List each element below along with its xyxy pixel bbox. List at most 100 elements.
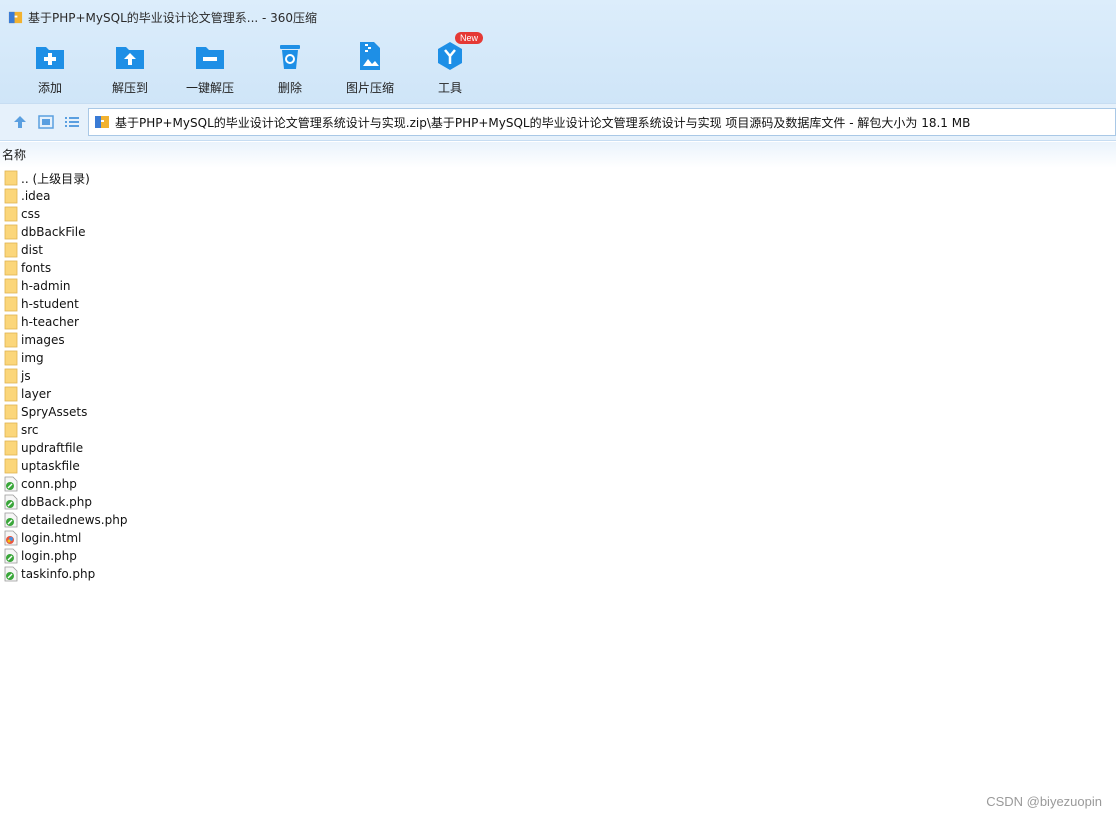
file-name: dist bbox=[21, 243, 43, 257]
add-label: 添加 bbox=[37, 81, 62, 95]
list-item[interactable]: src bbox=[0, 421, 1116, 439]
file-name: conn.php bbox=[21, 477, 77, 491]
folder-icon bbox=[4, 386, 18, 402]
delete-icon bbox=[280, 45, 300, 69]
php-file-icon bbox=[4, 512, 18, 528]
list-item[interactable]: conn.php bbox=[0, 475, 1116, 493]
extract-to-label: 解压到 bbox=[111, 81, 148, 95]
html-file-icon bbox=[4, 530, 18, 546]
top-area: 基于PHP+MySQL的毕业设计论文管理系... - 360压缩 添加 解压到 … bbox=[0, 0, 1116, 103]
file-name: uptaskfile bbox=[21, 459, 80, 473]
list-item[interactable]: h-student bbox=[0, 295, 1116, 313]
file-name: fonts bbox=[21, 261, 52, 275]
address-row: 基于PHP+MySQL的毕业设计论文管理系统设计与实现.zip\基于PHP+My… bbox=[0, 103, 1116, 141]
file-name: login.html bbox=[21, 531, 82, 545]
list-item[interactable]: img bbox=[0, 349, 1116, 367]
list-item[interactable]: dist bbox=[0, 241, 1116, 259]
file-name: images bbox=[21, 333, 65, 347]
list-item[interactable]: updraftfile bbox=[0, 439, 1116, 457]
folder-icon bbox=[4, 278, 18, 294]
file-name: dbBack.php bbox=[21, 495, 93, 509]
file-list: .. (上级目录) .idea css dbBackFile dist fonts h-ad… bbox=[0, 169, 1116, 583]
list-item[interactable]: layer bbox=[0, 385, 1116, 403]
php-file-icon bbox=[4, 494, 18, 510]
folder-icon bbox=[4, 206, 18, 222]
one-click-extract-label: 一键解压 bbox=[185, 81, 234, 95]
php-file-icon bbox=[4, 566, 18, 582]
file-name: layer bbox=[21, 387, 52, 401]
list-item[interactable]: uptaskfile bbox=[0, 457, 1116, 475]
add-folder-icon bbox=[36, 47, 64, 69]
app-logo-icon bbox=[8, 11, 23, 23]
folder-icon bbox=[4, 242, 18, 258]
folder-icon bbox=[4, 296, 18, 312]
window-title: 基于PHP+MySQL的毕业设计论文管理系... - 360压缩 bbox=[28, 10, 318, 25]
file-name: js bbox=[21, 369, 31, 383]
folder-icon bbox=[4, 314, 18, 330]
file-name: h-student bbox=[21, 297, 79, 311]
archive-icon bbox=[95, 116, 109, 128]
list-item[interactable]: login.html bbox=[0, 529, 1116, 547]
image-compress-label: 图片压缩 bbox=[345, 81, 394, 95]
list-item[interactable]: dbBack.php bbox=[0, 493, 1116, 511]
extract-to-button[interactable]: 解压到 bbox=[90, 36, 170, 98]
list-item[interactable]: fonts bbox=[0, 259, 1116, 277]
folder-icon bbox=[4, 440, 18, 456]
folder-icon bbox=[4, 422, 18, 438]
list-item[interactable]: login.php bbox=[0, 547, 1116, 565]
file-name: SpryAssets bbox=[21, 405, 88, 419]
list-item[interactable]: .idea bbox=[0, 187, 1116, 205]
folder-icon bbox=[4, 188, 18, 204]
watermark: CSDN @biyezuopin bbox=[986, 794, 1102, 809]
list-item[interactable]: .. (上级目录) bbox=[0, 169, 1116, 187]
file-name: login.php bbox=[21, 549, 77, 563]
list-item[interactable]: taskinfo.php bbox=[0, 565, 1116, 583]
file-name: detailednews.php bbox=[21, 513, 128, 527]
list-item[interactable]: detailednews.php bbox=[0, 511, 1116, 529]
new-badge: New bbox=[455, 32, 484, 44]
file-name: h-teacher bbox=[21, 315, 79, 329]
folder-icon bbox=[4, 404, 18, 420]
php-file-icon bbox=[4, 476, 18, 492]
list-view-icon[interactable] bbox=[64, 114, 80, 130]
toolbar: 添加 解压到 一键解压 删除 图片压缩 New 工具 bbox=[10, 32, 490, 98]
file-name: img bbox=[21, 351, 44, 365]
folder-icon bbox=[4, 224, 18, 240]
file-name: taskinfo.php bbox=[21, 567, 96, 581]
list-item[interactable]: css bbox=[0, 205, 1116, 223]
list-item[interactable]: js bbox=[0, 367, 1116, 385]
tools-icon bbox=[438, 42, 462, 70]
address-path: 基于PHP+MySQL的毕业设计论文管理系统设计与实现.zip\基于PHP+My… bbox=[115, 115, 971, 130]
php-file-icon bbox=[4, 548, 18, 564]
folder-icon bbox=[4, 368, 18, 384]
tools-label: 工具 bbox=[437, 81, 462, 95]
folder-icon bbox=[4, 260, 18, 276]
address-bar[interactable]: 基于PHP+MySQL的毕业设计论文管理系统设计与实现.zip\基于PHP+My… bbox=[88, 108, 1116, 136]
image-compress-button[interactable]: 图片压缩 bbox=[330, 36, 410, 98]
one-click-extract-icon bbox=[196, 47, 224, 69]
list-item[interactable]: h-teacher bbox=[0, 313, 1116, 331]
title-bar: 基于PHP+MySQL的毕业设计论文管理系... - 360压缩 bbox=[0, 0, 1116, 34]
folder-icon bbox=[4, 170, 18, 186]
list-item[interactable]: dbBackFile bbox=[0, 223, 1116, 241]
delete-button[interactable]: 删除 bbox=[250, 36, 330, 98]
folder-icon bbox=[4, 332, 18, 348]
thumbnail-view-icon[interactable] bbox=[38, 114, 54, 130]
list-item[interactable]: images bbox=[0, 331, 1116, 349]
list-item[interactable]: SpryAssets bbox=[0, 403, 1116, 421]
up-arrow-icon[interactable] bbox=[12, 114, 28, 130]
file-name: dbBackFile bbox=[21, 225, 86, 239]
file-name: updraftfile bbox=[21, 441, 84, 455]
file-name: h-admin bbox=[21, 279, 71, 293]
folder-icon bbox=[4, 350, 18, 366]
file-name: src bbox=[21, 423, 39, 437]
extract-to-icon bbox=[116, 47, 144, 69]
file-name: .. (上级目录) bbox=[21, 171, 90, 186]
list-item[interactable]: h-admin bbox=[0, 277, 1116, 295]
column-header-name[interactable]: 名称 bbox=[0, 142, 1116, 168]
image-compress-icon bbox=[360, 42, 380, 70]
one-click-extract-button[interactable]: 一键解压 bbox=[170, 36, 250, 98]
tools-button[interactable]: New 工具 bbox=[410, 32, 490, 98]
folder-icon bbox=[4, 458, 18, 474]
add-button[interactable]: 添加 bbox=[10, 36, 90, 98]
